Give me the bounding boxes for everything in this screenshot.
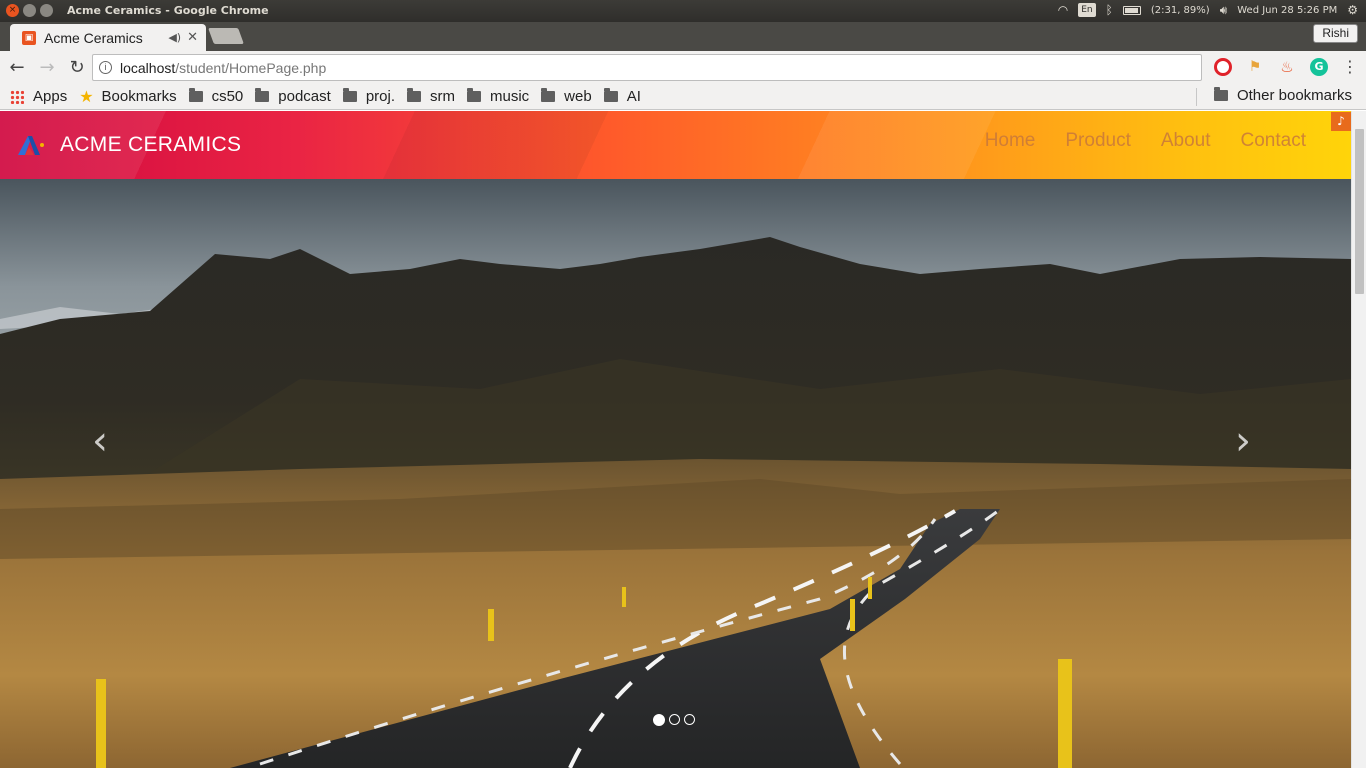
bookmark-label: podcast [278,88,331,105]
bluetooth-icon[interactable]: ᛒ [1106,3,1113,17]
os-title-bar: × Acme Ceramics - Google Chrome ◠ En ᛒ (… [0,0,1366,22]
browser-toolbar: ← → ↻ i localhost/student/HomePage.php ⚑… [0,51,1366,84]
grammarly-extension-icon[interactable]: G [1310,58,1328,76]
nav-contact[interactable]: Contact [1241,130,1306,152]
brand-logo-icon[interactable] [16,133,46,157]
carousel-indicator-2[interactable] [669,714,680,725]
favicon-icon: ▣ [22,30,36,45]
bookmark-label: web [564,88,592,105]
reload-button[interactable]: ↻ [64,55,90,81]
hero-carousel: ‹ › [0,179,1351,768]
address-bar[interactable]: i localhost/student/HomePage.php [92,54,1202,81]
bookmark-folder-cs50[interactable]: cs50 [188,88,244,105]
window-title: Acme Ceramics - Google Chrome [67,4,269,17]
url-host: localhost [120,59,176,76]
bookmark-folder-proj[interactable]: proj. [342,88,395,105]
bookmark-folder-music[interactable]: music [467,88,529,105]
apps-icon [10,89,24,104]
extension-icons: ⚑ ♨ G ⋮ [1214,58,1358,76]
hero-image-landscape [0,179,1351,768]
window-maximize-button[interactable] [40,4,53,17]
carousel-indicator-1[interactable] [653,714,665,726]
window-close-button[interactable]: × [6,4,19,17]
folder-icon [603,88,618,102]
page-scrollbar[interactable] [1351,111,1366,768]
folder-icon [1213,87,1228,101]
folder-icon [342,88,357,102]
tab-audio-icon[interactable]: ◀) [168,31,181,44]
folder-icon [188,88,203,102]
profile-button[interactable]: Rishi [1313,24,1358,43]
forward-button[interactable]: → [34,55,60,81]
tab-close-icon[interactable]: ✕ [187,30,198,45]
tab-title: Acme Ceramics [44,29,143,46]
bookmark-label: Bookmarks [101,88,177,105]
bookmark-label: music [490,88,530,105]
window-controls: × [6,4,53,17]
bookmark-label: proj. [365,88,395,105]
keyboard-layout-indicator[interactable]: En [1078,3,1096,17]
info-icon[interactable]: i [99,61,112,74]
brand-name[interactable]: ACME CERAMICS [60,133,241,157]
carousel-next-button[interactable]: › [1235,421,1251,461]
battery-status: (2:31, 89%) [1150,4,1210,16]
other-bookmarks-label: Other bookmarks [1236,87,1352,104]
bookmark-label: srm [430,88,455,105]
star-icon: ★ [79,88,94,106]
folder-icon [255,88,270,102]
tab-strip: ▣ Acme Ceramics ◀) ✕ Rishi [0,22,1366,51]
folder-icon [407,88,421,102]
opera-extension-icon[interactable] [1214,58,1232,76]
scrollbar-thumb[interactable] [1355,129,1364,294]
url-path: /student/HomePage.php [175,59,327,76]
bookmark-label: AI [626,88,641,105]
new-tab-button[interactable] [208,28,244,44]
battery-icon[interactable] [1122,5,1141,15]
bookmark-label: Apps [33,88,68,105]
volume-icon[interactable]: 🔊︎ [1220,3,1228,17]
bookmark-folder-srm[interactable]: srm [407,88,455,105]
nav-home[interactable]: Home [985,130,1036,152]
system-tray: ◠ En ᛒ (2:31, 89%) 🔊︎ Wed Jun 28 5:26 PM… [1058,3,1358,17]
bookmark-bookmarks[interactable]: ★ Bookmarks [79,87,176,107]
settings-gear-icon[interactable]: ⚙ [1347,3,1358,17]
bookmark-folder-ai[interactable]: AI [603,88,641,105]
clock[interactable]: Wed Jun 28 5:26 PM [1237,5,1337,16]
flag-extension-icon[interactable]: ⚑ [1246,58,1264,76]
bookmark-folder-podcast[interactable]: podcast [255,88,331,105]
browser-tab[interactable]: ▣ Acme Ceramics ◀) ✕ [10,24,206,51]
bookmarks-divider [1196,88,1197,106]
fire-extension-icon[interactable]: ♨ [1278,58,1296,76]
window-minimize-button[interactable] [23,4,36,17]
bookmark-label: cs50 [211,88,244,105]
bookmark-apps[interactable]: Apps [10,88,67,105]
bookmark-folder-web[interactable]: web [541,88,592,105]
bookmarks-bar: Apps ★ Bookmarks cs50 podcast proj. srm m… [0,84,1366,110]
page-viewport: ACME CERAMICS Home Product About Contact… [0,111,1366,768]
back-button[interactable]: ← [4,55,30,81]
main-nav: Home Product About Contact [985,130,1306,152]
site-header: ACME CERAMICS Home Product About Contact [0,111,1351,179]
folder-icon [541,88,556,102]
carousel-prev-button[interactable]: ‹ [92,421,108,461]
other-bookmarks[interactable]: Other bookmarks [1213,87,1352,104]
nav-about[interactable]: About [1161,130,1211,152]
wifi-icon[interactable]: ◠ [1058,3,1068,17]
browser-menu-icon[interactable]: ⋮ [1342,58,1358,76]
nav-product[interactable]: Product [1065,130,1130,152]
carousel-indicator-3[interactable] [684,714,695,725]
folder-icon [467,88,481,102]
carousel-indicators [653,714,695,726]
music-note-icon[interactable]: ♪ [1331,112,1351,131]
